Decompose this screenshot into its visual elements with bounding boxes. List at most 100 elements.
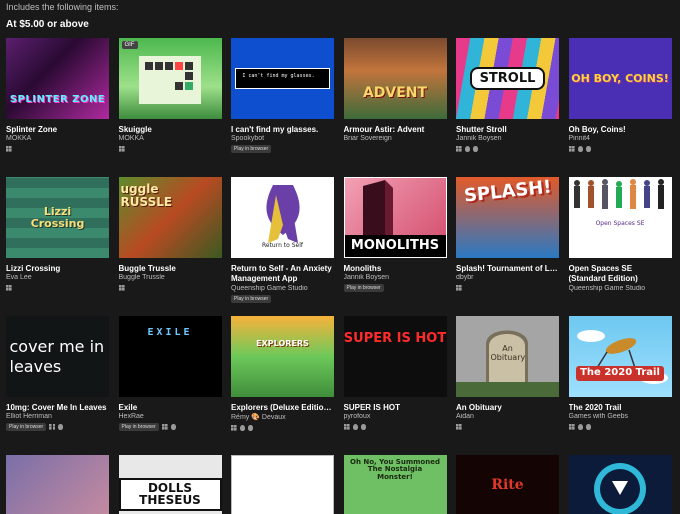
game-author[interactable]: Aidan	[456, 413, 559, 420]
game-thumbnail[interactable]: STROLL	[456, 38, 559, 119]
game-thumbnail[interactable]: EXPLORERS	[231, 316, 334, 397]
game-thumbnail[interactable]: OH BOY, COINS!	[568, 38, 672, 119]
game-thumbnail[interactable]: Rite	[456, 455, 559, 514]
game-thumbnail[interactable]: I can't find my glasses.	[231, 38, 334, 119]
game-author[interactable]: MOKKA	[119, 135, 222, 142]
game-card[interactable]: I can't find my glasses. I can't find my…	[231, 38, 334, 177]
game-thumbnail[interactable]: DOLLS THESEUS	[118, 455, 222, 514]
thumbnail-art-text: Return to Self	[261, 242, 304, 250]
game-card[interactable]: EXPLORERS Explorers (Deluxe Edition 🎒) R…	[231, 316, 334, 455]
game-thumbnail[interactable]: cover me in leaves	[6, 316, 109, 397]
game-thumbnail[interactable]: Lizzi Crossing	[6, 177, 109, 258]
game-card[interactable]: SPLINTER ZONE Splinter Zone MOKKA	[6, 38, 109, 177]
game-author[interactable]: Elliot Herriman	[6, 413, 109, 420]
windows-icon	[49, 424, 56, 430]
game-card[interactable]: EXILE Exile HexRae Play in browser	[118, 316, 222, 455]
game-title[interactable]: Exile	[119, 403, 222, 412]
play-in-browser-badge: Play in browser	[118, 423, 159, 431]
game-author[interactable]: MOKKA	[6, 135, 109, 142]
game-card[interactable]: uggle RUSSLE Buggle Trussle Buggle Truss…	[118, 177, 222, 316]
game-card[interactable]: Oh No, You Summoned The Nostalgia Monste…	[343, 455, 447, 514]
game-card[interactable]: DOLLS THESEUS	[118, 455, 222, 514]
game-title[interactable]: I can't find my glasses.	[231, 125, 334, 134]
game-card[interactable]: Lizzi Crossing Lizzi Crossing Eva Lee	[6, 177, 109, 316]
game-card[interactable]	[231, 455, 334, 514]
game-title[interactable]: Armour Astir: Advent	[344, 125, 447, 134]
game-thumbnail[interactable]: SPLASH!	[456, 177, 559, 258]
game-title[interactable]: Lizzi Crossing	[6, 264, 109, 273]
game-thumbnail[interactable]	[568, 455, 672, 514]
game-title[interactable]: An Obituary	[456, 403, 559, 412]
thumbnail-art-text: Oh No, You Summoned The Nostalgia Monste…	[350, 458, 440, 481]
game-title[interactable]: 10mg: Cover Me In Leaves	[6, 403, 109, 412]
game-title[interactable]: Splinter Zone	[6, 125, 109, 134]
game-card[interactable]: Return to Self Return to Self - An Anxie…	[231, 177, 334, 316]
game-card[interactable]: SUPER IS HOT SUPER IS HOT pyrofoux	[343, 316, 447, 455]
game-title[interactable]: Explorers (Deluxe Edition 🎒)	[231, 403, 334, 412]
game-thumbnail[interactable]: Return to Self	[231, 177, 334, 258]
game-author[interactable]: Games with Geebs	[569, 413, 672, 420]
thumbnail-art-text: Lizzi Crossing	[30, 204, 85, 230]
game-thumbnail[interactable]: SPLINTER ZONE	[6, 38, 109, 119]
play-in-browser-badge: Play in browser	[6, 423, 47, 431]
game-card[interactable]: GIF Skuiggle MOKKA	[118, 38, 222, 177]
game-author[interactable]: Pinnit4	[569, 135, 672, 142]
game-title[interactable]: SUPER IS HOT	[344, 403, 447, 412]
thumbnail-art-text: OH BOY, COINS!	[571, 71, 669, 85]
game-card[interactable]: An Obituary An Obituary Aidan	[456, 316, 559, 455]
game-title[interactable]: Open Spaces SE (Standard Edition)	[569, 264, 672, 284]
game-title[interactable]: Skuiggle	[119, 125, 222, 134]
game-thumbnail[interactable]: GIF	[118, 38, 222, 119]
game-author[interactable]: Briar Sovereign	[344, 135, 447, 142]
apple-icon	[473, 146, 478, 152]
game-card[interactable]: OH BOY, COINS! Oh Boy, Coins! Pinnit4	[568, 38, 672, 177]
game-card[interactable]	[568, 455, 672, 514]
game-author[interactable]: dbybr	[456, 274, 559, 281]
game-title[interactable]: Return to Self - An Anxiety Management A…	[231, 264, 334, 284]
game-card[interactable]: Rite	[456, 455, 559, 514]
game-title[interactable]: Splash! Tournament of Love	[456, 264, 559, 273]
game-thumbnail[interactable]	[6, 455, 109, 514]
game-title[interactable]: Buggle Trussle	[119, 264, 222, 273]
game-thumbnail[interactable]	[231, 455, 334, 514]
game-thumbnail[interactable]: EXILE	[118, 316, 222, 397]
game-card[interactable]	[6, 455, 109, 514]
skuiggle-art	[138, 56, 201, 104]
game-author[interactable]: Queenship Game Studio	[569, 285, 672, 292]
game-author[interactable]: Spookybot	[231, 135, 334, 142]
apple-icon	[248, 425, 253, 431]
game-thumbnail[interactable]: An Obituary	[456, 316, 559, 397]
game-card[interactable]: STROLL Shutter Stroll Jannik Boysen	[456, 38, 559, 177]
game-title[interactable]: The 2020 Trail	[569, 403, 672, 412]
game-title[interactable]: Monoliths	[344, 264, 447, 273]
game-thumbnail[interactable]: ADVENT	[343, 38, 447, 119]
thumbnail-art-text: STROLL	[469, 66, 546, 91]
game-card[interactable]: MONOLITHS Monoliths Jannik Boysen Play i…	[343, 177, 447, 316]
game-title[interactable]: Shutter Stroll	[456, 125, 559, 134]
windows-icon	[568, 146, 575, 152]
game-author[interactable]: Jannik Boysen	[344, 274, 447, 281]
badge-list: Play in browser	[343, 284, 447, 292]
game-author[interactable]: Rémy 🎨 Devaux	[231, 413, 334, 421]
windows-icon	[161, 424, 168, 430]
game-thumbnail[interactable]: SUPER IS HOT	[343, 316, 447, 397]
game-author[interactable]: pyrofoux	[344, 413, 447, 420]
thumbnail-art-text: The 2020 Trail	[576, 366, 664, 381]
thumbnail-art-text: SPLINTER ZONE	[9, 94, 106, 106]
game-card[interactable]: SPLASH! Splash! Tournament of Love dbybr	[456, 177, 559, 316]
game-thumbnail[interactable]: Oh No, You Summoned The Nostalgia Monste…	[343, 455, 447, 514]
game-author[interactable]: Eva Lee	[6, 274, 109, 281]
game-card[interactable]: Open Spaces SE Open Spaces SE (Standard …	[568, 177, 672, 316]
game-author[interactable]: Queenship Game Studio	[231, 285, 334, 292]
game-thumbnail[interactable]: The 2020 Trail	[568, 316, 672, 397]
game-card[interactable]: cover me in leaves 10mg: Cover Me In Lea…	[6, 316, 109, 455]
game-thumbnail[interactable]: Open Spaces SE	[568, 177, 672, 258]
game-author[interactable]: Jannik Boysen	[456, 135, 559, 142]
game-author[interactable]: HexRae	[119, 413, 222, 420]
game-thumbnail[interactable]: MONOLITHS	[343, 177, 447, 258]
game-author[interactable]: Buggle Trussle	[119, 274, 222, 281]
game-title[interactable]: Oh Boy, Coins!	[569, 125, 672, 134]
game-card[interactable]: The 2020 Trail The 2020 Trail Games with…	[568, 316, 672, 455]
game-card[interactable]: ADVENT Armour Astir: Advent Briar Sovere…	[343, 38, 447, 177]
game-thumbnail[interactable]: uggle RUSSLE	[118, 177, 222, 258]
